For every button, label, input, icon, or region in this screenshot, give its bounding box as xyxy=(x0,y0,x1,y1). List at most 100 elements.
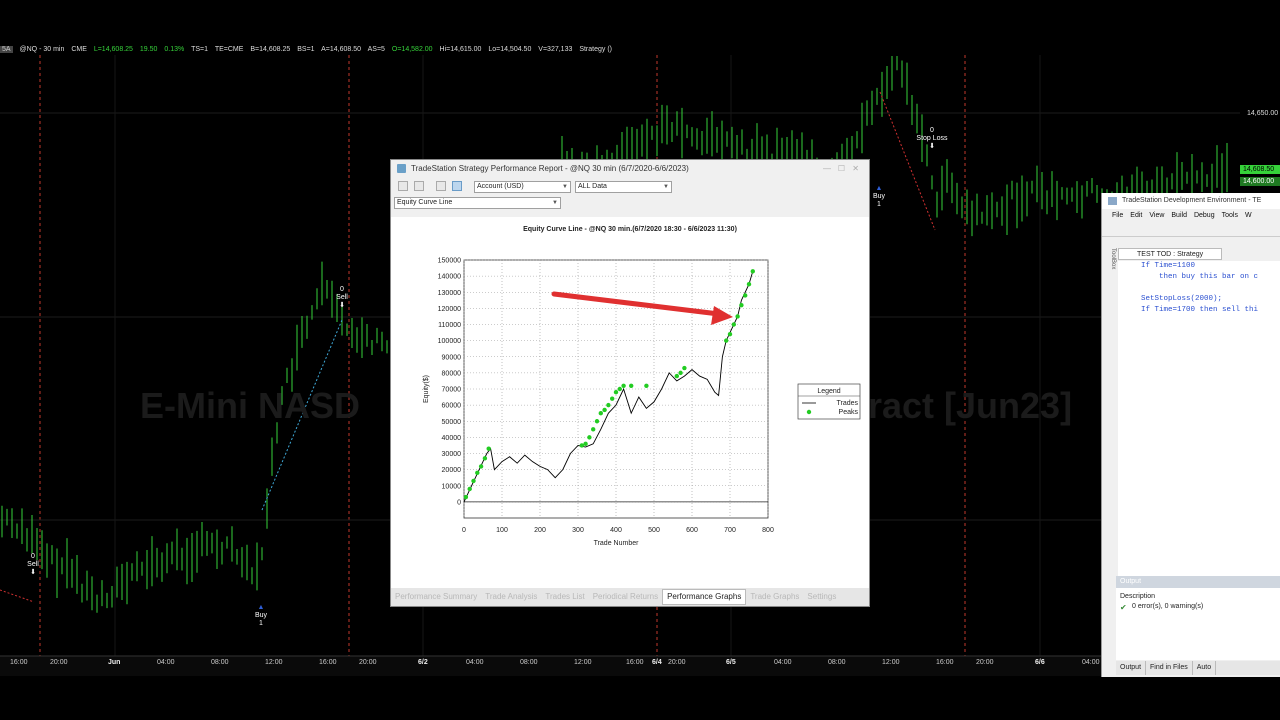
bottom-strip xyxy=(0,676,1280,720)
dev-title: TradeStation Development Environment - T… xyxy=(1122,197,1262,204)
x-tick-label: 0 xyxy=(462,527,466,534)
toolbox-panel[interactable]: ToolBox xyxy=(1102,248,1116,288)
time-tick-label: 6/5 xyxy=(726,659,736,666)
peak-point xyxy=(727,331,733,337)
menu-file[interactable]: File xyxy=(1112,212,1123,219)
tab-performance-graphs[interactable]: Performance Graphs xyxy=(662,589,747,605)
sell-marker-2-label: Sell xyxy=(336,294,348,301)
peak-point xyxy=(583,441,588,447)
last-price: L=14,608.25 xyxy=(93,46,133,53)
tab-strategy[interactable]: TEST TOD : Strategy xyxy=(1118,248,1222,260)
equity-curve-chart: 0 100 200 300 400 500 600 700 800 0 10000 20000 3000… xyxy=(423,258,861,547)
time-tick-label: 04:00 xyxy=(466,659,484,666)
time-tick-label: 04:00 xyxy=(157,659,175,666)
dev-menu-bar: File Edit View Build Debug Tools W xyxy=(1102,209,1280,223)
time-tick-label: 08:00 xyxy=(828,659,846,666)
y-tick-label: 150000 xyxy=(438,258,461,265)
dev-title-bar[interactable]: TradeStation Development Environment - T… xyxy=(1102,193,1280,209)
code-editor[interactable]: If Time=1100 then buy this bar on c SetS… xyxy=(1118,261,1280,581)
output-message: ✔ 0 error(s), 0 warning(s) xyxy=(1116,600,1280,612)
performance-report-window[interactable]: TradeStation Strategy Performance Report… xyxy=(390,159,870,607)
tab-trade-graphs[interactable]: Trade Graphs xyxy=(746,588,803,606)
tab-output[interactable]: Output xyxy=(1116,661,1147,675)
time-tick-label: 16:00 xyxy=(10,659,28,666)
ts-label: TS=1 xyxy=(191,46,209,53)
symbol-watermark-right: ract [Jun23] xyxy=(868,385,1073,426)
peak-point xyxy=(743,293,748,298)
arrow-up-icon: ▲ xyxy=(257,604,265,611)
peak-point xyxy=(610,396,615,401)
net-change-pct: 0.13% xyxy=(164,46,185,53)
peak-point xyxy=(746,281,752,287)
buy-marker-1-label: Buy xyxy=(254,612,268,619)
tradestation-app-icon xyxy=(1108,197,1117,205)
menu-edit[interactable]: Edit xyxy=(1130,212,1142,219)
menu-tools[interactable]: Tools xyxy=(1222,212,1238,219)
peak-point xyxy=(463,494,469,500)
peak-point xyxy=(731,322,736,327)
time-tick-label: 16:00 xyxy=(319,659,337,666)
y-tick-label: 50000 xyxy=(442,419,462,426)
time-tick-label: 16:00 xyxy=(936,659,954,666)
peak-point xyxy=(621,383,626,388)
peak-point xyxy=(629,383,634,388)
peak-point xyxy=(591,427,596,432)
peak-point xyxy=(674,373,679,379)
legend-trades-label: Trades xyxy=(836,400,858,407)
legend-peaks-swatch xyxy=(806,409,812,415)
symbol-badge: 5A xyxy=(0,46,13,53)
sell-marker-1-count: 0 xyxy=(31,553,35,560)
checkmark-icon: ✔ xyxy=(1120,603,1127,612)
y-tick-label: 10000 xyxy=(442,483,462,490)
code-line[interactable] xyxy=(1141,283,1280,294)
time-tick-label: 6/6 xyxy=(1035,659,1045,666)
y-tick-label: 120000 xyxy=(438,306,461,313)
y-tick-label: 100000 xyxy=(438,338,461,345)
x-tick-label: 200 xyxy=(534,527,546,534)
y-tick-label: 40000 xyxy=(442,435,462,442)
output-panel-header: Output xyxy=(1116,576,1280,588)
peak-point xyxy=(482,456,488,461)
y-tick-label: 130000 xyxy=(438,290,461,297)
sell-marker-1-label: Sell xyxy=(27,561,39,568)
ask-label: A=14,608.50 xyxy=(321,46,362,53)
time-tick-label: 20:00 xyxy=(50,659,68,666)
price-label-top: 14,650.00 xyxy=(1247,110,1279,117)
legend-title: Legend xyxy=(817,388,840,395)
y-tick-label: 60000 xyxy=(442,403,462,410)
bid-label: B=14,608.25 xyxy=(250,46,291,53)
x-tick-label: 500 xyxy=(648,527,660,534)
tab-find-in-files[interactable]: Find in Files xyxy=(1146,661,1193,675)
code-line[interactable]: SetStopLoss(2000); xyxy=(1141,294,1280,305)
menu-w[interactable]: W xyxy=(1245,212,1252,219)
development-environment-window[interactable]: TradeStation Development Environment - T… xyxy=(1101,193,1280,677)
code-line[interactable]: If Time=1100 xyxy=(1141,261,1280,272)
ask-size-label: AS=5 xyxy=(367,46,385,53)
peak-point xyxy=(644,383,649,388)
peak-point xyxy=(594,419,600,424)
tab-auto[interactable]: Auto xyxy=(1193,661,1217,675)
tab-trades-list[interactable]: Trades List xyxy=(541,588,588,606)
y-tick-label: 140000 xyxy=(438,274,461,281)
sell-marker-2-count: 0 xyxy=(340,286,344,293)
tab-trade-analysis[interactable]: Trade Analysis xyxy=(481,588,541,606)
peak-point xyxy=(467,486,472,492)
time-tick-label: 6/2 xyxy=(418,659,428,666)
peak-point xyxy=(613,390,619,395)
menu-view[interactable]: View xyxy=(1149,212,1164,219)
tab-settings[interactable]: Settings xyxy=(803,588,840,606)
output-tabs: Output Find in Files Auto xyxy=(1116,661,1280,675)
tab-performance-summary[interactable]: Performance Summary xyxy=(391,588,481,606)
code-line[interactable]: If Time=1700 then sell thi xyxy=(1141,305,1280,316)
tab-periodical-returns[interactable]: Periodical Returns xyxy=(589,588,662,606)
time-axis-band xyxy=(0,656,1240,676)
peak-point xyxy=(617,386,622,392)
time-tick-label: 04:00 xyxy=(774,659,792,666)
buy-marker-1: ▲ Buy 1 xyxy=(241,604,281,628)
x-tick-label: 400 xyxy=(610,527,622,534)
code-line[interactable]: then buy this bar on c xyxy=(1141,272,1280,283)
peak-point xyxy=(682,365,687,371)
menu-build[interactable]: Build xyxy=(1171,212,1187,219)
menu-debug[interactable]: Debug xyxy=(1194,212,1215,219)
open-label: O=14,582.00 xyxy=(391,46,433,53)
